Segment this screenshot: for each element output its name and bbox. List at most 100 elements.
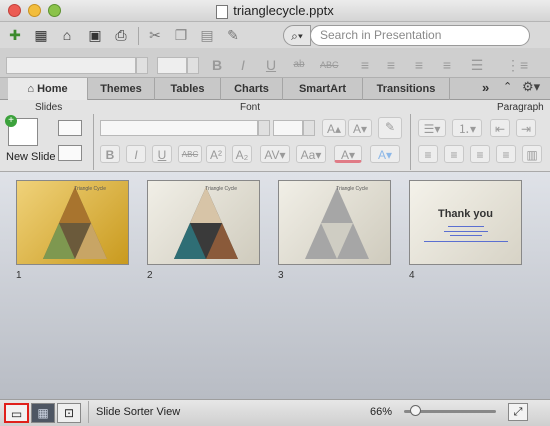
text-effects-icon[interactable]: A▾ xyxy=(370,145,400,163)
ribbon-align-left-icon[interactable]: ≡ xyxy=(418,145,438,163)
ribbon-align-center-icon[interactable]: ≡ xyxy=(444,145,464,163)
font-size-dropdown[interactable] xyxy=(187,57,199,74)
change-case-icon[interactable]: Aa▾ xyxy=(296,145,326,163)
paste-icon[interactable]: ▤ xyxy=(198,26,216,44)
new-slide-label: New Slide xyxy=(6,151,56,163)
ribbon-underline-icon[interactable]: U xyxy=(152,145,172,163)
numbering-icon[interactable]: ⒈▾ xyxy=(452,119,482,137)
layout-icon[interactable] xyxy=(58,120,82,136)
list-options-icon[interactable]: ⋮≡ xyxy=(506,56,528,74)
slide-thumbnail-2[interactable]: Triangle Cycle xyxy=(147,180,260,265)
character-spacing-icon[interactable]: AV▾ xyxy=(260,145,290,163)
section-icon[interactable] xyxy=(58,145,82,161)
copy-icon[interactable]: ❐ xyxy=(172,26,190,44)
print-icon[interactable]: ⎙ xyxy=(112,26,130,44)
new-slide-button[interactable]: + xyxy=(5,115,38,146)
slide-number-4: 4 xyxy=(409,270,415,281)
slide-4-link-line xyxy=(424,241,508,242)
toolbar-separator xyxy=(138,27,139,45)
document-icon xyxy=(216,4,229,19)
align-left-icon[interactable]: ≡ xyxy=(356,56,374,74)
tab-themes-label: Themes xyxy=(100,83,142,95)
tab-charts[interactable]: Charts xyxy=(221,78,283,100)
tab-tables-label: Tables xyxy=(170,83,205,95)
tab-home[interactable]: ⌂ Home xyxy=(8,78,88,100)
zoom-percent: 66% xyxy=(370,406,393,418)
ribbon-font-name-dropdown[interactable] xyxy=(258,120,270,136)
bold-icon[interactable]: B xyxy=(208,56,226,74)
superscript-icon[interactable]: A² xyxy=(206,145,226,163)
slide-sorter-view-button[interactable]: ▦ xyxy=(31,403,55,423)
tab-transitions[interactable]: Transitions xyxy=(363,78,450,100)
new-icon[interactable]: ✚ xyxy=(6,26,24,44)
ribbon-bold-icon[interactable]: B xyxy=(100,145,120,163)
open-icon[interactable]: ⌂ xyxy=(58,26,76,44)
columns-icon[interactable]: ▥ xyxy=(522,145,542,163)
ribbon-font-name-field[interactable] xyxy=(100,120,258,136)
slide-thumbnail-1[interactable]: Triangle Cycle xyxy=(16,180,129,265)
group-paragraph-label: Paragraph xyxy=(497,102,544,113)
slide-1-graphic xyxy=(43,187,107,259)
tab-smartart[interactable]: SmartArt xyxy=(283,78,363,100)
subscript-icon[interactable]: A₂ xyxy=(232,145,252,163)
slide-thumbnail-3[interactable]: Triangle Cycle xyxy=(278,180,391,265)
increase-indent-icon[interactable]: ⇥ xyxy=(516,119,536,137)
clear-formatting-icon[interactable]: ✎ xyxy=(378,117,402,139)
ribbon-align-right-icon[interactable]: ≡ xyxy=(470,145,490,163)
italic-icon[interactable]: I xyxy=(234,56,252,74)
slide-sorter-icon: ▦ xyxy=(37,406,49,420)
underline-icon[interactable]: U xyxy=(262,56,280,74)
home-icon: ⌂ xyxy=(27,83,35,95)
align-right-icon[interactable]: ≡ xyxy=(410,56,428,74)
font-name-dropdown[interactable] xyxy=(136,57,148,74)
ribbon-font-size-field[interactable] xyxy=(273,120,303,136)
ribbon-bullets-icon[interactable]: ☰▾ xyxy=(418,119,446,137)
status-separator xyxy=(88,401,89,423)
slide-2-title: Triangle Cycle xyxy=(205,186,237,192)
font-name-field[interactable] xyxy=(6,57,136,74)
ribbon-strikethrough-icon[interactable]: ABC xyxy=(178,145,202,163)
decrease-indent-icon[interactable]: ⇤ xyxy=(490,119,510,137)
justify-icon[interactable]: ≡ xyxy=(438,56,456,74)
more-tabs-icon[interactable]: » xyxy=(482,80,489,95)
font-color-icon[interactable]: A▾ xyxy=(334,145,362,163)
save-icon[interactable]: ▣ xyxy=(86,26,104,44)
gallery-icon[interactable]: ▦ xyxy=(32,26,50,44)
slide-2-graphic xyxy=(174,187,238,259)
grow-font-icon[interactable]: A▴ xyxy=(322,119,346,137)
shrink-font-icon[interactable]: A▾ xyxy=(348,119,372,137)
normal-view-button[interactable]: ▭ xyxy=(4,403,29,423)
bullets-icon[interactable]: ☰ xyxy=(468,56,486,74)
tab-themes[interactable]: Themes xyxy=(88,78,155,100)
zoom-slider-thumb[interactable] xyxy=(410,405,422,416)
tab-charts-label: Charts xyxy=(234,83,269,95)
ribbon-italic-icon[interactable]: I xyxy=(126,145,146,163)
add-icon: + xyxy=(5,115,17,127)
slide-4-heading: Thank you xyxy=(437,208,493,220)
slide-show-icon: ⊡ xyxy=(63,406,75,420)
slide-number-1: 1 xyxy=(16,270,22,281)
ribbon-options-gear-icon[interactable]: ⚙▾ xyxy=(522,79,540,95)
normal-view-icon: ▭ xyxy=(10,407,23,421)
slide-number-3: 3 xyxy=(278,270,284,281)
ribbon-justify-icon[interactable]: ≡ xyxy=(496,145,516,163)
tab-smartart-label: SmartArt xyxy=(298,83,347,95)
align-center-icon[interactable]: ≡ xyxy=(382,56,400,74)
group-font-label: Font xyxy=(240,102,261,113)
slide-thumbnail-4[interactable]: Thank you xyxy=(409,180,522,265)
tab-tables[interactable]: Tables xyxy=(155,78,221,100)
window-title-text: trianglecycle.pptx xyxy=(233,3,334,18)
strikethrough-icon[interactable]: ab xyxy=(290,56,308,74)
ribbon-font-size-dropdown[interactable] xyxy=(303,120,315,136)
search-placeholder: Search in Presentation xyxy=(320,28,442,42)
search-icon[interactable]: ⌕▾ xyxy=(283,25,311,46)
ribbon-separator xyxy=(93,114,94,170)
format-painter-icon[interactable]: ✎ xyxy=(224,26,242,44)
fit-to-window-icon[interactable]: ⤢ xyxy=(508,403,528,421)
ribbon-separator xyxy=(410,114,411,170)
slide-show-view-button[interactable]: ⊡ xyxy=(57,403,81,423)
collapse-ribbon-icon[interactable]: ⌃ xyxy=(503,80,512,93)
font-size-field[interactable] xyxy=(157,57,187,74)
cut-icon[interactable]: ✂ xyxy=(146,26,164,44)
strike-abc-icon[interactable]: ABC xyxy=(320,56,339,74)
